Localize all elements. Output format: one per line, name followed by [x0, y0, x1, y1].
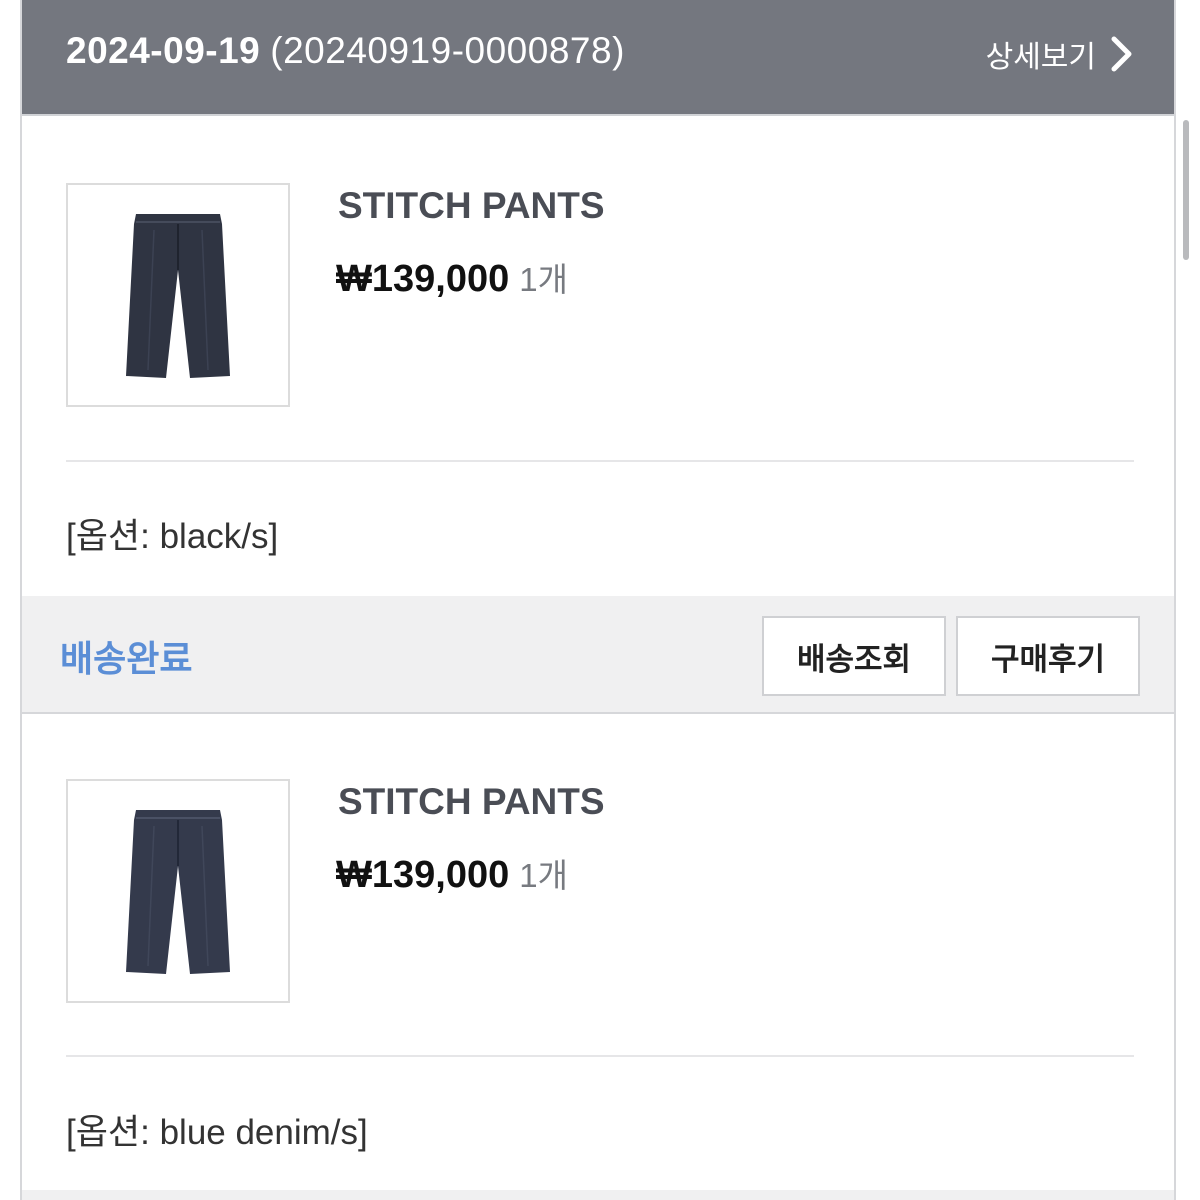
product-price: ₩139,000 — [336, 854, 510, 896]
product-image[interactable] — [66, 779, 290, 1003]
pants-image — [126, 214, 230, 378]
product-name[interactable]: STITCH PANTS — [338, 185, 605, 227]
order-date: 2024-09-19 — [66, 30, 261, 71]
order-card: 2024-09-19 (20240919-0000878) 상세보기 STITCH… — [20, 0, 1176, 1200]
price-line: ₩139,000 1개 — [336, 849, 568, 897]
order-header: 2024-09-19 (20240919-0000878) 상세보기 — [22, 0, 1174, 116]
item-divider — [66, 460, 1134, 462]
price-line: ₩139,000 1개 — [336, 253, 568, 301]
product-quantity: 1개 — [519, 857, 568, 894]
shipping-status-bar: 배송완료 배송조회 구매후기 — [22, 596, 1174, 714]
item-divider — [66, 1055, 1134, 1057]
product-option: [옵션: blue denim/s] — [66, 1113, 368, 1152]
product-quantity: 1개 — [519, 261, 568, 298]
product-image[interactable] — [66, 183, 290, 407]
view-details-label: 상세보기 — [985, 41, 1096, 74]
chevron-right-icon — [1110, 36, 1134, 72]
write-review-button[interactable]: 구매후기 — [956, 616, 1140, 696]
scrollbar[interactable] — [1183, 120, 1189, 260]
track-shipment-button[interactable]: 배송조회 — [762, 616, 946, 696]
next-status-bar — [22, 1190, 1174, 1200]
product-option: [옵션: black/s] — [66, 517, 279, 556]
product-price: ₩139,000 — [336, 258, 510, 300]
pants-image — [126, 810, 230, 974]
product-name[interactable]: STITCH PANTS — [338, 781, 605, 823]
order-date-line: 2024-09-19 (20240919-0000878) — [66, 30, 625, 72]
order-number: (20240919-0000878) — [270, 30, 625, 71]
view-details-link[interactable]: 상세보기 — [986, 32, 1134, 76]
shipping-status: 배송완료 — [60, 638, 193, 679]
